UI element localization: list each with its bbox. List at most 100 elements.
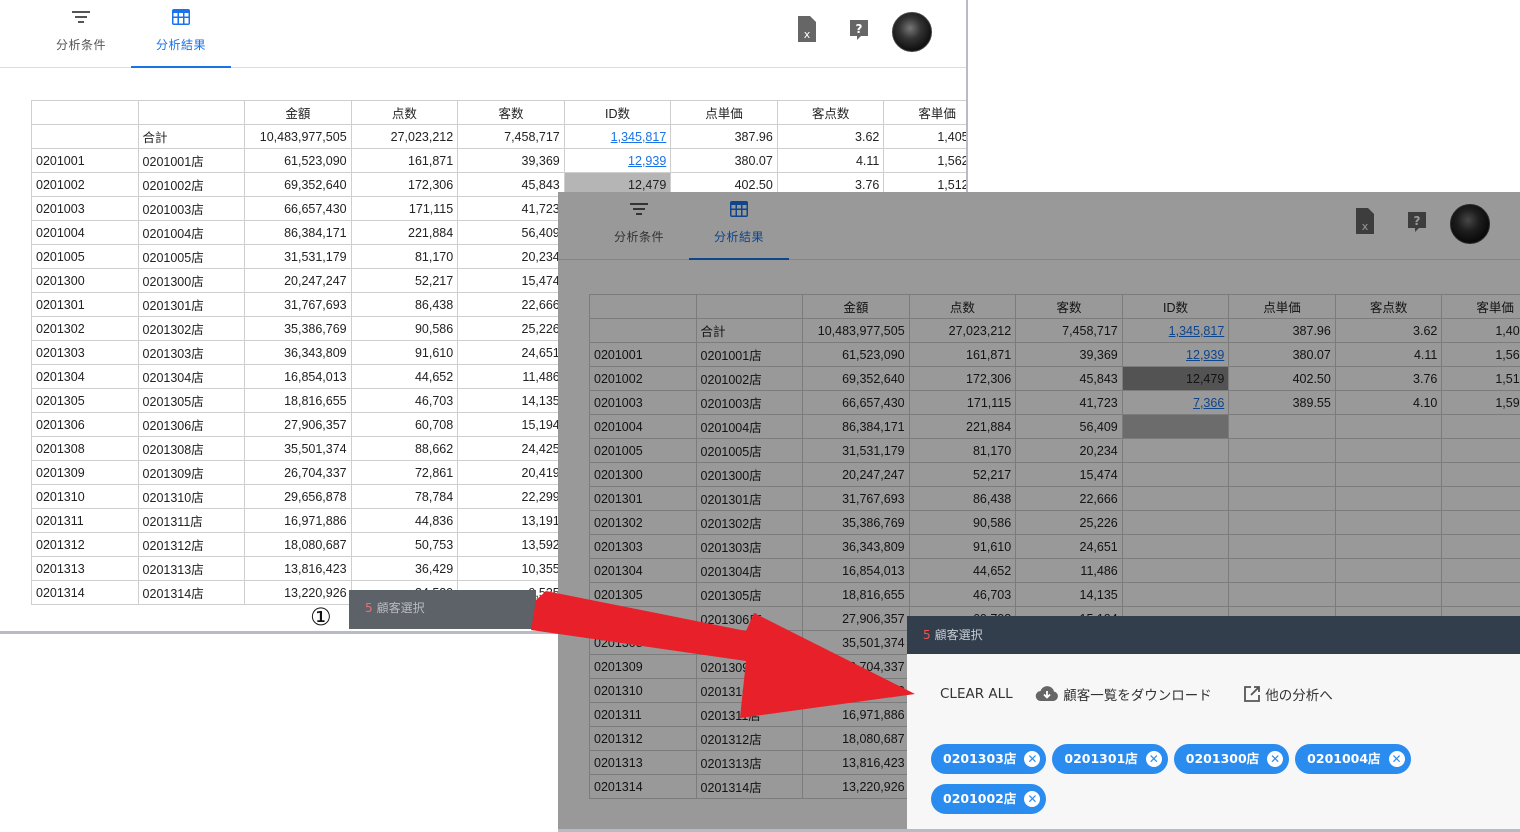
table-cell: 22,299 bbox=[457, 484, 565, 509]
table-cell: 3.62 bbox=[776, 124, 885, 149]
table-cell: 86,384,171 bbox=[244, 220, 352, 245]
column-header[interactable] bbox=[31, 100, 139, 125]
table-cell: 0201304店 bbox=[137, 364, 246, 389]
clear-all-button[interactable]: CLEAR ALL bbox=[940, 686, 1013, 702]
table-cell: 35,386,769 bbox=[244, 316, 352, 341]
table-cell: 221,884 bbox=[350, 220, 459, 245]
close-icon[interactable]: ✕ bbox=[1145, 751, 1162, 767]
id-count-link[interactable]: 12,939 bbox=[628, 154, 666, 168]
table-cell: 25,226 bbox=[457, 316, 565, 341]
table-cell: 20,234 bbox=[457, 244, 565, 269]
table-cell: 10,483,977,505 bbox=[244, 124, 352, 149]
table-cell: 0201310店 bbox=[137, 484, 246, 509]
column-header[interactable]: 金額 bbox=[244, 100, 352, 125]
table-cell: 81,170 bbox=[350, 244, 459, 269]
chip-label: 0201002店 bbox=[943, 791, 1017, 806]
table-cell: 36,429 bbox=[350, 556, 459, 581]
table-cell: 0201303店 bbox=[137, 340, 246, 365]
table-cell: 1,405.60 bbox=[883, 124, 966, 149]
table-cell: 61,523,090 bbox=[244, 148, 352, 173]
id-count-link[interactable]: 1,345,817 bbox=[611, 130, 667, 144]
close-icon[interactable]: ✕ bbox=[1267, 751, 1284, 767]
id-count-cell[interactable]: 12,939 bbox=[563, 148, 672, 173]
table-cell: 0201312 bbox=[31, 532, 139, 557]
column-header[interactable]: ID数 bbox=[563, 100, 672, 125]
column-header[interactable]: 点数 bbox=[350, 100, 459, 125]
table-cell: 31,767,693 bbox=[244, 292, 352, 317]
table-cell: 15,194 bbox=[457, 412, 565, 437]
help-icon[interactable]: ? bbox=[848, 18, 870, 46]
table-cell: 0201305 bbox=[31, 388, 139, 413]
table-cell: 13,816,423 bbox=[244, 556, 352, 581]
cloud-download-icon bbox=[1035, 686, 1058, 702]
table-cell: 44,836 bbox=[350, 508, 459, 533]
open-external-icon bbox=[1244, 686, 1260, 702]
close-icon[interactable]: ✕ bbox=[1024, 751, 1041, 767]
selection-panel-header[interactable]: 5 顧客選択 bbox=[907, 616, 1520, 654]
table-cell: 56,409 bbox=[457, 220, 565, 245]
table-cell bbox=[31, 124, 139, 149]
table-cell: 0201301 bbox=[31, 292, 139, 317]
table-cell: 0201305店 bbox=[137, 388, 246, 413]
close-icon[interactable]: ✕ bbox=[1024, 791, 1041, 807]
excel-export-icon[interactable]: x bbox=[796, 14, 818, 48]
column-header[interactable]: 客点数 bbox=[776, 100, 885, 125]
table-cell: 172,306 bbox=[350, 172, 459, 197]
table-cell: 0201303 bbox=[31, 340, 139, 365]
table-cell: 161,871 bbox=[350, 148, 459, 173]
total-id-count[interactable]: 1,345,817 bbox=[563, 124, 672, 149]
table-cell: 31,531,179 bbox=[244, 244, 352, 269]
download-customers-button[interactable]: 顧客一覧をダウンロード bbox=[1035, 684, 1212, 704]
selection-count: 5 bbox=[365, 601, 373, 615]
column-header[interactable]: 点単価 bbox=[670, 100, 778, 125]
table-row: 0201001 0201001店 61,523,090 161,871 39,369 12… bbox=[31, 148, 966, 173]
selected-chips: 0201303店 ✕ 0201301店 ✕ 0201300店 ✕ 0201004店 ✕ 0201… bbox=[931, 744, 1431, 824]
chip-label: 0201303店 bbox=[943, 751, 1017, 766]
column-header[interactable] bbox=[137, 100, 246, 125]
selection-panel-collapsed[interactable]: 5 顧客選択 bbox=[349, 590, 536, 629]
table-cell: 0201304 bbox=[31, 364, 139, 389]
table-cell: 0201004店 bbox=[137, 220, 246, 245]
selection-panel-title: 顧客選択 bbox=[934, 628, 983, 642]
table-cell: 86,438 bbox=[350, 292, 459, 317]
table-cell: 27,906,357 bbox=[244, 412, 352, 437]
table-cell: 52,217 bbox=[350, 268, 459, 293]
table-cell: 11,486 bbox=[457, 364, 565, 389]
table-cell: 16,971,886 bbox=[244, 508, 352, 533]
tab-analysis-results[interactable]: 分析結果 bbox=[131, 0, 231, 68]
table-cell: 15,474 bbox=[457, 268, 565, 293]
table-cell: 0201306店 bbox=[137, 412, 246, 437]
column-header[interactable]: 客単価 bbox=[883, 100, 966, 125]
table-cell: 26,704,337 bbox=[244, 460, 352, 485]
table-cell: 1,562.73 bbox=[883, 148, 966, 173]
table-cell: 0201309 bbox=[31, 460, 139, 485]
svg-text:?: ? bbox=[856, 22, 863, 36]
user-avatar[interactable] bbox=[892, 12, 932, 52]
table-cell: 0201003 bbox=[31, 196, 139, 221]
table-cell: 387.96 bbox=[670, 124, 778, 149]
table-cell: 0201001 bbox=[31, 148, 139, 173]
tab-analysis-conditions[interactable]: 分析条件 bbox=[31, 0, 131, 68]
table-cell: 0201314店 bbox=[137, 580, 246, 605]
table-cell: 39,369 bbox=[457, 148, 565, 173]
selected-store-chip: 0201002店 ✕ bbox=[931, 784, 1047, 814]
column-header[interactable]: 客数 bbox=[457, 100, 565, 125]
table-cell: 4.11 bbox=[776, 148, 885, 173]
table-cell: 69,352,640 bbox=[244, 172, 352, 197]
close-icon[interactable]: ✕ bbox=[1388, 751, 1405, 767]
table-cell: 78,784 bbox=[350, 484, 459, 509]
table-cell: 13,220,926 bbox=[244, 580, 352, 605]
table-cell: 0201308 bbox=[31, 436, 139, 461]
other-analysis-button[interactable]: 他の分析へ bbox=[1243, 684, 1333, 704]
table-cell: 0201308店 bbox=[137, 436, 246, 461]
table-cell: 16,854,013 bbox=[244, 364, 352, 389]
screenshot-after: 分析条件 分析結果 x ? 金額 点数 客数 ID数 点単価 客点数 客単価 合計 10,483… bbox=[558, 192, 1520, 832]
table-cell: 0201002 bbox=[31, 172, 139, 197]
table-cell: 0201311店 bbox=[137, 508, 246, 533]
table-cell: 24,425 bbox=[457, 436, 565, 461]
table-cell: 18,816,655 bbox=[244, 388, 352, 413]
table-cell: 35,501,374 bbox=[244, 436, 352, 461]
table-cell: 0201310 bbox=[31, 484, 139, 509]
table-cell: 13,191 bbox=[457, 508, 565, 533]
table-cell: 0201005店 bbox=[137, 244, 246, 269]
